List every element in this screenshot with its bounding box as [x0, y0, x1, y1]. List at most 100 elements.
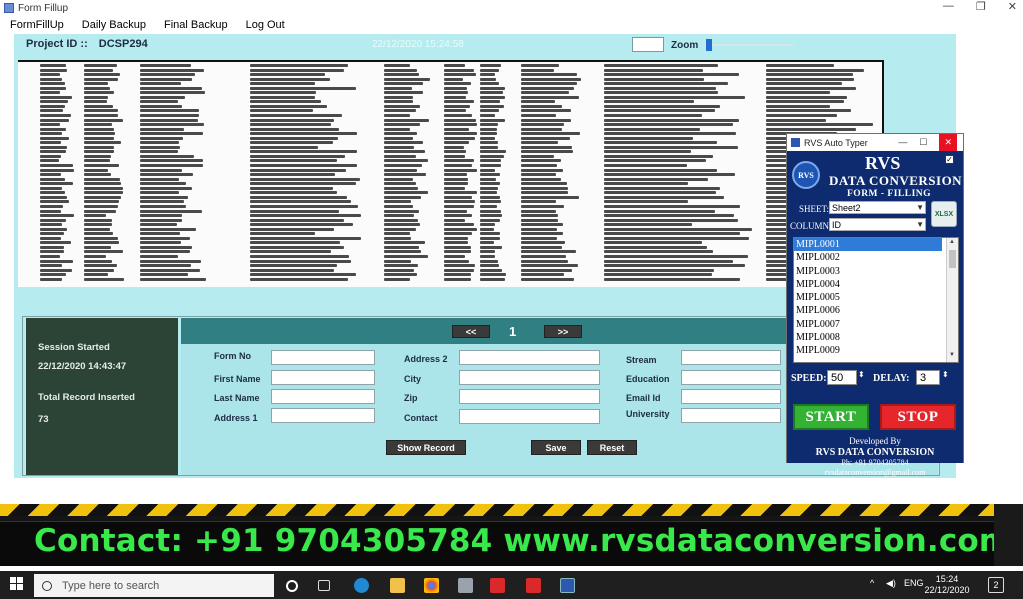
minimize-button[interactable]: — [943, 0, 954, 13]
form-no-field[interactable] [271, 350, 375, 365]
record-id-list[interactable]: MIPL0001 MIPL0002 MIPL0003 MIPL0004 MIPL… [793, 237, 959, 363]
scan-text-line [250, 159, 337, 163]
app-icon-grey[interactable] [458, 578, 473, 593]
sheet-label: SHEET: [799, 204, 830, 214]
typer-minimize-button[interactable]: — [898, 137, 907, 151]
typer-maximize-button[interactable]: ☐ [919, 137, 927, 151]
delay-spinner-icon[interactable]: ⬍ [942, 370, 949, 379]
file-explorer-icon[interactable] [390, 578, 405, 593]
speaker-icon[interactable]: ◀) [886, 578, 896, 589]
city-field[interactable] [459, 370, 600, 385]
scroll-up-icon[interactable]: ▲ [949, 239, 955, 245]
taskbar-clock[interactable]: 15:24 22/12/2020 [924, 574, 970, 596]
notification-icon[interactable]: 2 [988, 577, 1004, 593]
list-item[interactable]: MIPL0004 [794, 278, 958, 291]
speed-input[interactable]: 50 [827, 370, 857, 385]
project-id: Project ID :: DCSP294 [26, 38, 148, 50]
list-item[interactable]: MIPL0001 [794, 238, 942, 252]
scan-text-line [140, 250, 190, 254]
scrollbar-thumb[interactable] [949, 250, 956, 268]
scan-text-line [766, 91, 830, 95]
list-item[interactable]: MIPL0006 [794, 304, 958, 317]
list-scrollbar[interactable]: ▲ ▼ [946, 238, 958, 362]
list-item[interactable]: MIPL0007 [794, 318, 958, 331]
prev-record-button[interactable]: << [452, 325, 490, 338]
stream-field[interactable] [681, 350, 781, 365]
scan-text-line [521, 204, 564, 208]
list-item[interactable]: MIPL0003 [794, 265, 958, 278]
task-view-icon[interactable] [318, 580, 330, 591]
maximize-button[interactable]: ❐ [976, 0, 986, 13]
taskbar-search[interactable]: Type here to search [34, 574, 274, 597]
list-item[interactable]: MIPL0008 [794, 331, 958, 344]
address1-field[interactable] [271, 408, 375, 423]
email-field[interactable] [681, 389, 781, 404]
scan-text-line [250, 259, 351, 263]
chrome-icon[interactable] [424, 578, 439, 593]
scan-text-line [250, 177, 360, 181]
topmost-checkbox[interactable]: ✓ [945, 155, 954, 164]
last-name-field[interactable] [271, 389, 375, 404]
scan-text-line [604, 209, 715, 213]
scan-text-line [480, 245, 502, 249]
contact-label: Contact [404, 413, 438, 423]
window-title: Form Fillup [18, 2, 69, 14]
language-indicator[interactable]: ENG [904, 578, 924, 588]
scan-text-line [140, 273, 188, 277]
contact-field[interactable] [459, 409, 600, 424]
zoom-slider-track[interactable] [704, 44, 794, 46]
scan-text-line [384, 95, 413, 99]
project-id-value: DCSP294 [98, 38, 148, 50]
typer-close-button[interactable]: ✕ [939, 134, 957, 151]
column-select[interactable]: ID ▼ [829, 218, 926, 231]
list-item[interactable]: MIPL0002 [794, 251, 958, 264]
tray-chevron-icon[interactable]: ^ [870, 578, 874, 588]
scan-text-line [604, 118, 739, 122]
university-field[interactable] [681, 408, 781, 423]
first-name-field[interactable] [271, 370, 375, 385]
scan-text-line [384, 68, 417, 72]
show-record-button[interactable]: Show Record [386, 440, 466, 455]
next-record-button[interactable]: >> [544, 325, 582, 338]
menu-final-backup[interactable]: Final Backup [164, 19, 228, 31]
windows-start-icon[interactable] [10, 577, 23, 590]
reset-button[interactable]: Reset [587, 440, 637, 455]
menu-log-out[interactable]: Log Out [246, 19, 285, 31]
speed-spinner-icon[interactable]: ⬍ [858, 370, 865, 379]
list-item[interactable]: MIPL0005 [794, 291, 958, 304]
cortana-icon[interactable] [286, 580, 298, 592]
menu-formfillup[interactable]: FormFillUp [10, 19, 64, 31]
list-item[interactable]: MIPL0009 [794, 344, 958, 357]
rvs-typer-taskbar-icon[interactable] [560, 578, 575, 593]
app-icon-red[interactable] [490, 578, 505, 593]
scan-text-line [604, 86, 716, 90]
scan-text-line [40, 241, 71, 245]
scan-text-line [250, 150, 357, 154]
developer-email: rvsdataconvension@gmail.com [824, 468, 926, 477]
zoom-input[interactable] [632, 37, 664, 52]
scan-text-line [140, 173, 193, 177]
address2-field[interactable] [459, 350, 600, 365]
sheet-select[interactable]: Sheet2 ▼ [829, 201, 926, 214]
start-button[interactable]: START [793, 404, 869, 430]
excel-file-icon[interactable]: XLSX [931, 201, 957, 227]
menu-daily-backup[interactable]: Daily Backup [82, 19, 146, 31]
delay-input[interactable]: 3 [916, 370, 940, 385]
close-button[interactable]: ✕ [1008, 0, 1017, 13]
app-icon-red-2[interactable] [526, 578, 541, 593]
scroll-down-icon[interactable]: ▼ [949, 352, 955, 358]
scan-text-line [604, 150, 691, 154]
save-button[interactable]: Save [531, 440, 581, 455]
form-no-label: Form No [214, 351, 251, 361]
scan-text-line [604, 218, 738, 222]
scan-text-line [384, 214, 414, 218]
scan-text-line [84, 77, 118, 81]
rvs-logo: RVS [792, 161, 820, 189]
zip-field[interactable] [459, 389, 600, 404]
scan-text-line [140, 164, 203, 168]
zoom-slider-thumb[interactable] [706, 39, 712, 51]
education-field[interactable] [681, 370, 781, 385]
stop-button[interactable]: STOP [880, 404, 956, 430]
scan-text-line [40, 145, 67, 149]
edge-icon[interactable] [354, 578, 369, 593]
